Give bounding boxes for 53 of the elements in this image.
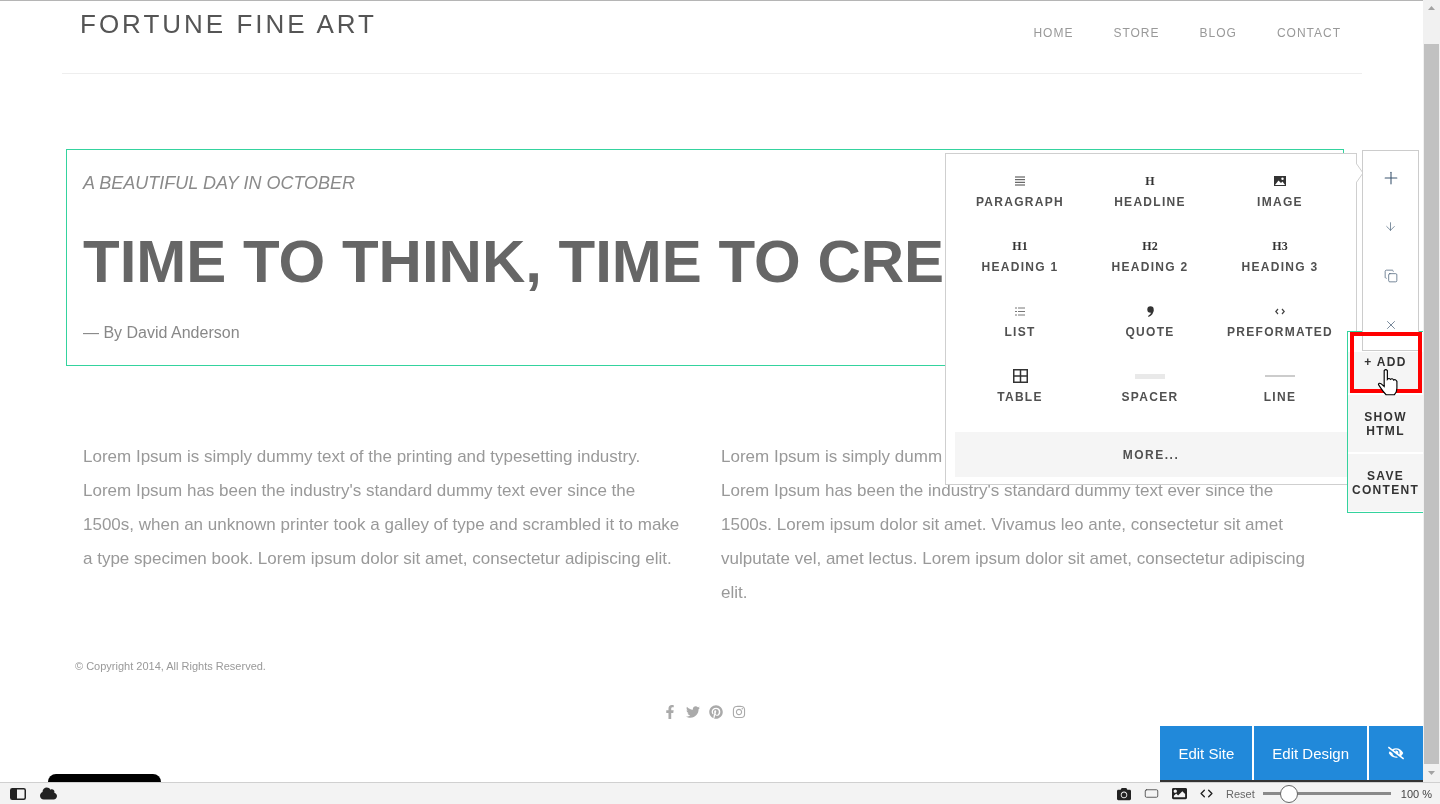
- heading-glyph: H3: [1272, 239, 1288, 253]
- heading-glyph: H1: [1012, 239, 1028, 253]
- menu-item[interactable]: HEADLINE: [1114, 195, 1186, 209]
- action-button[interactable]: SHOW HTML: [1348, 395, 1423, 452]
- cloud-icon[interactable]: [40, 785, 57, 802]
- edit-button[interactable]: Edit Design: [1254, 726, 1367, 780]
- zoom-slider-thumb[interactable]: [1280, 784, 1299, 803]
- down-arrow-icon[interactable]: [1384, 220, 1397, 234]
- quote-icon: [1146, 305, 1154, 317]
- headline: TIME TO THINK, TIME TO CRE: [83, 227, 945, 297]
- more-button[interactable]: MORE...: [955, 432, 1347, 477]
- image-icon: [1274, 176, 1286, 186]
- visibility-button[interactable]: [1369, 726, 1423, 780]
- menu-item[interactable]: LINE: [1263, 390, 1297, 404]
- rectangle-icon[interactable]: [1144, 786, 1160, 801]
- instagram-icon[interactable]: [731, 705, 746, 719]
- copyright-text: © Copyright 2014, All Rights Reserved.: [75, 659, 266, 673]
- image-icon[interactable]: [1172, 786, 1188, 801]
- zoom-reading: 100 %: [1400, 787, 1432, 800]
- action-button[interactable]: SAVE CONTENT: [1348, 454, 1423, 511]
- heading-glyph: H2: [1142, 239, 1158, 253]
- scrollbar[interactable]: [1423, 0, 1440, 782]
- code-icon[interactable]: [1200, 787, 1214, 800]
- reset-link[interactable]: Reset: [1226, 787, 1255, 800]
- code-icon: [1275, 307, 1285, 315]
- menu-item[interactable]: TABLE: [997, 390, 1043, 404]
- pinterest-icon[interactable]: [708, 705, 723, 719]
- line-icon: [1265, 375, 1295, 377]
- camera-icon[interactable]: [1117, 786, 1132, 801]
- menu-item[interactable]: IMAGE: [1257, 195, 1303, 209]
- menu-item[interactable]: LIST: [1004, 325, 1036, 339]
- site-logo[interactable]: FORTUNE FINE ART: [80, 8, 377, 40]
- body-text: Lorem Ipsum is simply dumm: [721, 446, 943, 468]
- menu-item[interactable]: HEADING 3: [1241, 260, 1319, 274]
- menu-item[interactable]: HEADING 2: [1111, 260, 1189, 274]
- heading-glyph: H: [1145, 174, 1155, 188]
- kicker-text: A BEAUTIFUL DAY IN OCTOBER: [83, 172, 356, 194]
- copy-icon[interactable]: [1383, 269, 1398, 284]
- panel-toggle-icon[interactable]: [10, 787, 26, 800]
- byline: — By David Anderson: [83, 323, 240, 343]
- table-icon: [1012, 369, 1028, 383]
- body-text: Lorem Ipsum is simply dummy text of the printing and typesetting industry. Lorem Ipsum has been the industry's standard dummy text ever since the 1500s, when an unknown printer took a galley of type and scrambled it to make a type specimen book. Lorem ipsum dolor sit amet, consectetur adipiscing elit.: [83, 446, 681, 570]
- twitter-icon[interactable]: [685, 705, 700, 719]
- menu-item[interactable]: QUOTE: [1125, 325, 1175, 339]
- menu-item[interactable]: PREFORMATED: [1226, 325, 1334, 339]
- edit-button[interactable]: Edit Site: [1160, 726, 1253, 780]
- body-text: Lorem Ipsum has been the industry's standard dummy text ever since the 1500s. Lorem ipsum dolor sit amet. Vivamus leo ante, consectetur sit amet vulputate vel, amet lectus. Lorem ipsum dolor sit amet, consectetur adipiscing elit.: [721, 480, 1306, 604]
- eye-slash-icon: [1388, 745, 1404, 761]
- list-icon: [1015, 306, 1025, 316]
- menu-item[interactable]: SPACER: [1121, 390, 1179, 404]
- menu-item[interactable]: HEADING 1: [981, 260, 1059, 274]
- paragraph-icon: [1015, 176, 1025, 186]
- menu-item[interactable]: PARAGRAPH: [975, 195, 1065, 209]
